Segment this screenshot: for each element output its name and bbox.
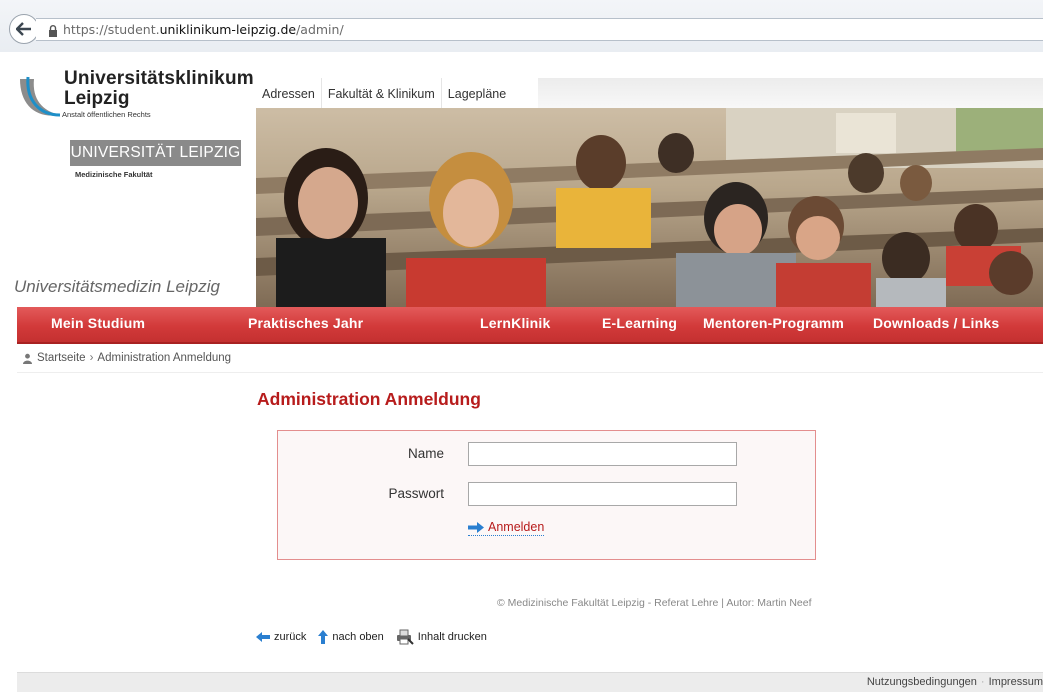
name-input[interactable]: [468, 442, 737, 466]
back-link[interactable]: zurück: [256, 631, 306, 643]
bottom-links: Nutzungsbedingungen · Impressum: [867, 676, 1043, 688]
top-link-adressen[interactable]: Adressen: [256, 78, 321, 108]
breadcrumb-home-link[interactable]: Startseite: [37, 352, 86, 364]
top-links: Adressen Fakultät & Klinikum Lagepläne: [256, 78, 513, 108]
site-slogan: Universitätsmedizin Leipzig: [14, 277, 220, 296]
nav-mein-studium[interactable]: Mein Studium: [51, 307, 145, 342]
lecture-hall-illustration: [256, 108, 1043, 307]
print-link[interactable]: Inhalt drucken: [396, 629, 487, 645]
page-tools: zurück nach oben Inhalt drucken: [256, 629, 499, 645]
name-label: Name: [407, 446, 444, 461]
printer-icon: [396, 629, 414, 645]
url-domain: uniklinikum-leipzig.de: [159, 22, 297, 37]
to-top-link-label: nach oben: [332, 631, 384, 643]
breadcrumb-current: Administration Anmeldung: [97, 352, 232, 364]
arrow-right-icon: [468, 521, 484, 533]
breadcrumb-separator: ›: [89, 352, 94, 364]
top-links-background: [538, 78, 1043, 108]
logo-subtitle: Leipzig: [64, 88, 130, 109]
nav-lernklinik[interactable]: LernKlinik: [480, 307, 550, 342]
nav-downloads-links[interactable]: Downloads / Links: [873, 307, 999, 342]
page-title: Administration Anmeldung: [257, 389, 481, 409]
arrow-left-icon: [256, 632, 270, 642]
address-bar[interactable]: https://student.uniklinikum-leipzig.de/a…: [36, 18, 1043, 41]
url-scheme: https://student.: [63, 22, 160, 37]
back-arrow-icon: [16, 22, 31, 36]
user-icon: [23, 353, 32, 364]
top-link-lageplaene[interactable]: Lagepläne: [440, 78, 513, 108]
back-link-label: zurück: [274, 631, 307, 643]
imprint-link[interactable]: Impressum: [989, 676, 1043, 688]
nav-praktisches-jahr[interactable]: Praktisches Jahr: [248, 307, 363, 342]
browser-back-button[interactable]: [9, 14, 39, 44]
password-input[interactable]: [468, 482, 737, 506]
universitaet-leipzig-logo[interactable]: UNIVERSITÄT LEIPZIG: [70, 140, 241, 166]
nav-e-learning[interactable]: E-Learning: [602, 307, 677, 342]
breadcrumb-divider: [17, 372, 1043, 373]
breadcrumb: Startseite › Administration Anmeldung: [22, 352, 231, 364]
nav-mentoren-programm[interactable]: Mentoren-Programm: [703, 307, 844, 342]
lock-icon: [49, 24, 57, 37]
login-form: Name Passwort Anmelden: [277, 430, 816, 560]
header-lecture-hall-photo: [256, 108, 1043, 307]
url-path: /admin/: [296, 22, 344, 37]
bottom-links-separator: ·: [980, 676, 985, 688]
uniklinikum-logo-mark: [20, 76, 61, 117]
faculty-label: Medizinische Fakultät: [75, 170, 153, 179]
arrow-up-icon: [318, 630, 329, 644]
password-label: Passwort: [388, 486, 444, 501]
main-navigation: Mein Studium Praktisches Jahr LernKlinik…: [17, 307, 1043, 344]
login-submit-button[interactable]: Anmelden: [468, 520, 545, 536]
bottom-bar: Nutzungsbedingungen · Impressum: [17, 672, 1043, 692]
terms-link[interactable]: Nutzungsbedingungen: [867, 676, 977, 688]
login-submit-label: Anmelden: [488, 520, 545, 534]
top-link-fakultaet-klinikum[interactable]: Fakultät & Klinikum: [320, 78, 441, 108]
logo-legal-text: Anstalt öffentlichen Rechts: [62, 110, 151, 119]
print-link-label: Inhalt drucken: [417, 631, 487, 643]
browser-toolbar: https://student.uniklinikum-leipzig.de/a…: [0, 0, 1043, 52]
to-top-link[interactable]: nach oben: [318, 630, 384, 644]
footer-credit: © Medizinische Fakultät Leipzig - Refera…: [497, 597, 812, 609]
logo-title: Universitätsklinikum: [64, 68, 254, 89]
